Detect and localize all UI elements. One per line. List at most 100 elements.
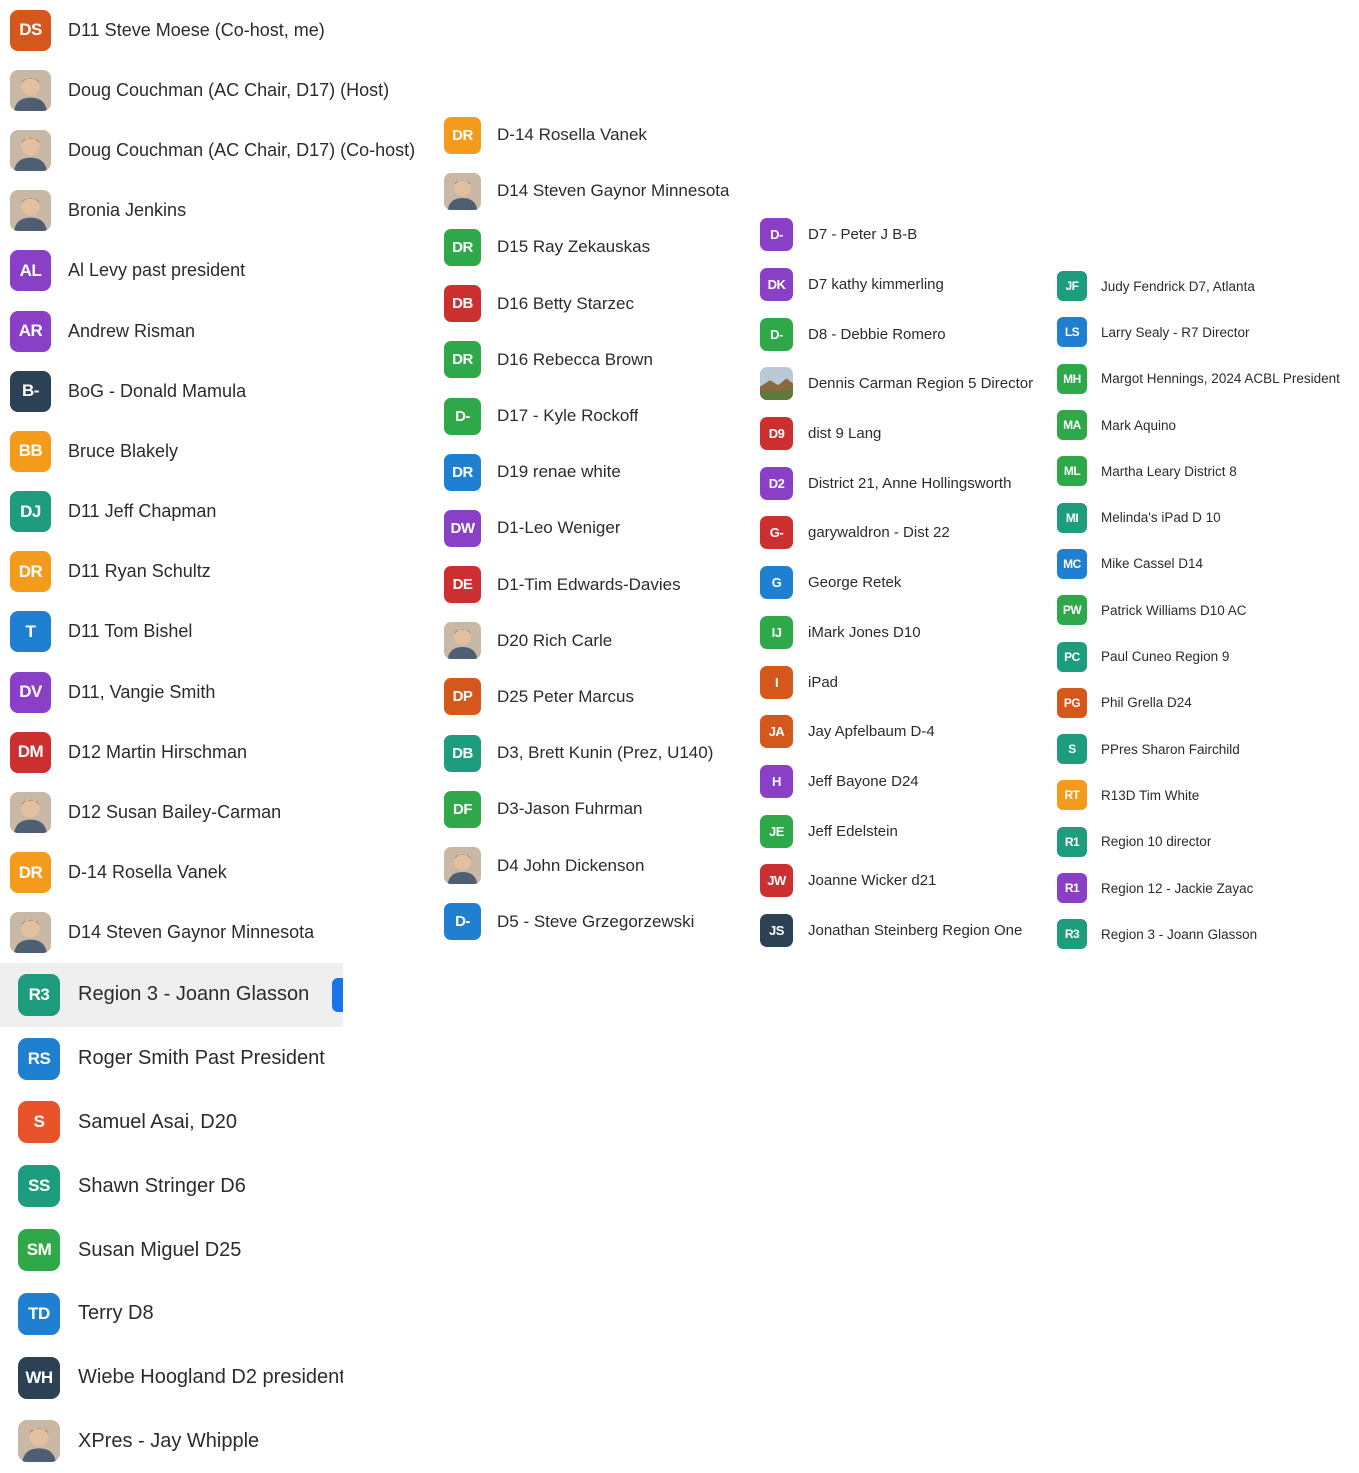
participant-row[interactable]: IiPad (757, 657, 1047, 707)
participant-name: Patrick Williams D10 AC (1101, 602, 1247, 618)
participant-row[interactable]: D- D7 - Peter J B-B (757, 210, 1047, 260)
participant-name: Jeff Edelstein (808, 822, 898, 840)
participant-row[interactable]: DV D11, Vangie Smith (0, 662, 420, 722)
participant-row[interactable]: Doug Couchman (AC Chair, D17) (Host) (0, 60, 420, 120)
participant-row[interactable]: D2 District 21, Anne Hollingsworth (757, 458, 1047, 508)
participant-row[interactable]: DR D11 Ryan Schultz (0, 542, 420, 602)
avatar-initials: DR (444, 453, 481, 491)
participant-row[interactable]: D14 Steven Gaynor Minnesota (440, 163, 740, 219)
participant-name: Dennis Carman Region 5 Director (808, 375, 1034, 393)
participant-row[interactable]: PC Paul Cuneo Region 9 (1054, 633, 1359, 679)
avatar-initials: LS (1057, 317, 1087, 348)
participant-row[interactable]: RS Roger Smith Past President (0, 1027, 343, 1091)
participant-row[interactable]: AL Al Levy past president (0, 241, 420, 301)
participant-row[interactable]: JW Joanne Wicker d21 (757, 856, 1047, 906)
participant-row[interactable]: DS D11 Steve Moese (Co-host, me) (0, 0, 420, 60)
participant-row[interactable]: B- BoG - Donald Mamula (0, 361, 420, 421)
participant-row[interactable]: DB D16 Betty Starzec (440, 276, 740, 332)
participant-row[interactable]: R1 Region 10 director (1054, 819, 1359, 865)
participant-name: D12 Susan Bailey-Carman (68, 802, 282, 823)
participant-row[interactable]: S Samuel Asai, D20 (0, 1091, 343, 1155)
participant-row[interactable]: DR D16 Rebecca Brown (440, 332, 740, 388)
avatar-initials: I (760, 665, 793, 699)
avatar-initials: DB (444, 285, 481, 323)
avatar-initials: T (10, 611, 51, 653)
participant-name: D8 - Debbie Romero (808, 325, 946, 343)
participant-row[interactable]: DR D19 renae white (440, 444, 740, 500)
participant-row[interactable]: G George Retek (757, 558, 1047, 608)
participant-row[interactable]: JA Jay Apfelbaum D-4 (757, 707, 1047, 757)
participant-row[interactable]: BB Bruce Blakely (0, 421, 420, 481)
participant-row[interactable]: D4 John Dickenson (440, 837, 740, 893)
participant-row[interactable]: D- D8 - Debbie Romero (757, 309, 1047, 359)
participant-name: Andrew Risman (68, 320, 196, 341)
participant-row[interactable]: MI Melinda's iPad D 10 (1054, 494, 1359, 540)
participant-name: dist 9 Lang (808, 425, 882, 443)
participant-row[interactable]: RT R13D Tim White (1054, 772, 1359, 818)
participant-row[interactable]: Doug Couchman (AC Chair, D17) (Co-host) (0, 120, 420, 180)
participant-row[interactable]: DK D7 kathy kimmerling (757, 260, 1047, 310)
participant-row[interactable]: DW D1-Leo Weniger (440, 500, 740, 556)
participant-name: Bruce Blakely (68, 440, 179, 461)
participant-name: Terry D8 (78, 1302, 154, 1325)
participant-row[interactable]: DM D12 Martin Hirschman (0, 722, 420, 782)
participant-row[interactable]: SS Shawn Stringer D6 (0, 1154, 343, 1218)
participant-row[interactable]: DB D3, Brett Kunin (Prez, U140) (440, 725, 740, 781)
participant-row[interactable]: D12 Susan Bailey-Carman (0, 782, 420, 842)
participant-row[interactable]: R3 Region 3 - Joann Glasson (1054, 911, 1359, 957)
participant-row[interactable]: R3 Region 3 - Joann Glasson (0, 963, 343, 1027)
participant-row[interactable]: G-garywaldron - Dist 22 (757, 508, 1047, 558)
participant-row[interactable]: Dennis Carman Region 5 Director (757, 359, 1047, 409)
participant-row[interactable]: D9 dist 9 Lang (757, 409, 1047, 459)
participant-row[interactable]: S PPres Sharon Fairchild (1054, 726, 1359, 772)
participant-row[interactable]: DR D-14 Rosella Vanek (0, 843, 420, 903)
participant-name: Martha Leary District 8 (1101, 463, 1237, 479)
participant-row[interactable]: XPres - Jay Whipple (0, 1410, 343, 1473)
participant-name: Jonathan Steinberg Region One (808, 921, 1023, 939)
avatar-initials: MA (1057, 410, 1087, 441)
avatar-initials: D9 (760, 417, 793, 451)
participant-row[interactable]: JF Judy Fendrick D7, Atlanta (1054, 263, 1359, 309)
participant-row[interactable]: TD Terry D8 (0, 1282, 343, 1346)
participant-name: Melinda's iPad D 10 (1101, 510, 1221, 526)
participant-list-column-4: JF Judy Fendrick D7, Atlanta LS Larry Sealy… (1054, 263, 1359, 957)
participant-row[interactable]: DJ D11 Jeff Chapman (0, 482, 420, 542)
participant-name: D14 Steven Gaynor Minnesota (68, 922, 315, 943)
participant-row[interactable]: DR D-14 Rosella Vanek (440, 107, 740, 163)
participant-row[interactable]: LS Larry Sealy - R7 Director (1054, 309, 1359, 355)
participant-name: Jay Apfelbaum D-4 (808, 723, 935, 741)
participant-row[interactable]: PG Phil Grella D24 (1054, 680, 1359, 726)
participant-row[interactable]: D20 Rich Carle (440, 613, 740, 669)
participant-row[interactable]: PW Patrick Williams D10 AC (1054, 587, 1359, 633)
participant-row[interactable]: MC Mike Cassel D14 (1054, 541, 1359, 587)
participant-row[interactable]: DP D25 Peter Marcus (440, 669, 740, 725)
participant-row[interactable]: T D11 Tom Bishel (0, 602, 420, 662)
participant-row[interactable]: MA Mark Aquino (1054, 402, 1359, 448)
participant-row[interactable]: D- D17 - Kyle Rockoff (440, 388, 740, 444)
participant-name: garywaldron - Dist 22 (808, 524, 950, 542)
avatar-initials: SM (18, 1229, 60, 1272)
participant-row[interactable]: DR D15 Ray Zekauskas (440, 219, 740, 275)
participant-row[interactable]: JE Jeff Edelstein (757, 806, 1047, 856)
participant-name: D14 Steven Gaynor Minnesota (497, 181, 730, 201)
avatar-initials: RS (18, 1037, 60, 1080)
participant-row[interactable]: ML Martha Leary District 8 (1054, 448, 1359, 494)
participant-row[interactable]: DE D1-Tim Edwards-Davies (440, 557, 740, 613)
participant-row[interactable]: D14 Steven Gaynor Minnesota (0, 903, 420, 963)
participant-row[interactable]: D- D5 - Steve Grzegorzewski (440, 894, 740, 950)
participant-row[interactable]: Bronia Jenkins (0, 181, 420, 241)
participant-name: D3-Jason Fuhrman (497, 799, 643, 819)
participant-row[interactable]: DF D3-Jason Fuhrman (440, 781, 740, 837)
participant-row[interactable]: IJ iMark Jones D10 (757, 608, 1047, 658)
person-photo-icon (18, 1420, 60, 1463)
participant-row[interactable]: SM Susan Miguel D25 (0, 1218, 343, 1282)
participant-name: Judy Fendrick D7, Atlanta (1101, 278, 1255, 294)
participant-row[interactable]: JS Jonathan Steinberg Region One (757, 906, 1047, 956)
participant-row[interactable]: H Jeff Bayone D24 (757, 757, 1047, 807)
participant-name: Shawn Stringer D6 (78, 1174, 246, 1197)
avatar-initials: TD (18, 1292, 60, 1335)
participant-row[interactable]: MH Margot Hennings, 2024 ACBL President (1054, 356, 1359, 402)
participant-row[interactable]: AR Andrew Risman (0, 301, 420, 361)
participant-row[interactable]: WH Wiebe Hoogland D2 president (0, 1346, 343, 1410)
participant-row[interactable]: R1 Region 12 - Jackie Zayac (1054, 865, 1359, 911)
